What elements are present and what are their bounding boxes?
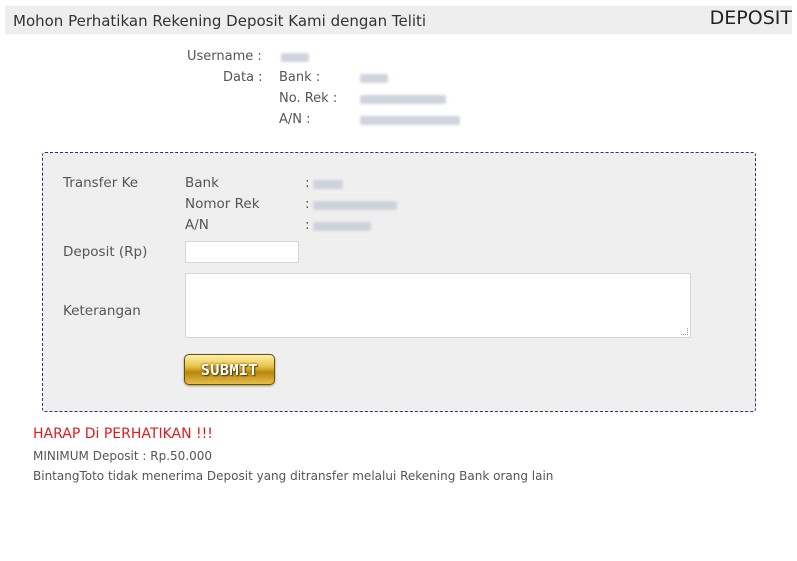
transfer-norek-value-redacted [313,201,397,210]
section-label: DEPOSIT [709,7,792,29]
transfer-norek-label: Nomor Rek [185,196,260,212]
an-label: A/N : [279,112,311,127]
deposit-amount-input[interactable] [185,241,299,263]
submit-button[interactable]: SUBMIT [184,354,275,385]
transfer-bank-label: Bank [185,175,219,191]
policy-note: BintangToto tidak menerima Deposit yang … [33,469,554,483]
minimum-deposit-note: MINIMUM Deposit : Rp.50.000 [33,449,213,463]
transfer-an-label: A/N [185,217,209,233]
transfer-norek-colon: : [305,196,310,212]
transfer-an-value-redacted [313,222,371,231]
norek-label: No. Rek : [279,91,338,106]
bank-value-redacted [360,74,388,83]
an-value-redacted [360,116,460,125]
transfer-bank-value-redacted [313,180,343,189]
bank-label: Bank : [279,70,321,85]
warning-title: HARAP Di PERHATIKAN !!! [33,426,213,442]
page-header: Mohon Perhatikan Rekening Deposit Kami d… [5,6,792,34]
norek-value-redacted [360,95,446,104]
page-title: Mohon Perhatikan Rekening Deposit Kami d… [13,12,427,30]
transfer-bank-colon: : [305,175,310,191]
username-label: Username : [187,49,262,64]
resize-grip-icon[interactable] [681,328,688,335]
keterangan-textarea[interactable] [185,273,691,338]
keterangan-label: Keterangan [63,303,141,319]
data-label: Data : [223,70,263,85]
transfer-an-colon: : [305,217,310,233]
deposit-amount-label: Deposit (Rp) [63,244,148,260]
username-value-redacted [281,53,309,62]
deposit-form-panel: Transfer Ke Bank : Nomor Rek : A/N : Dep… [42,152,756,412]
transfer-to-label: Transfer Ke [63,175,139,191]
